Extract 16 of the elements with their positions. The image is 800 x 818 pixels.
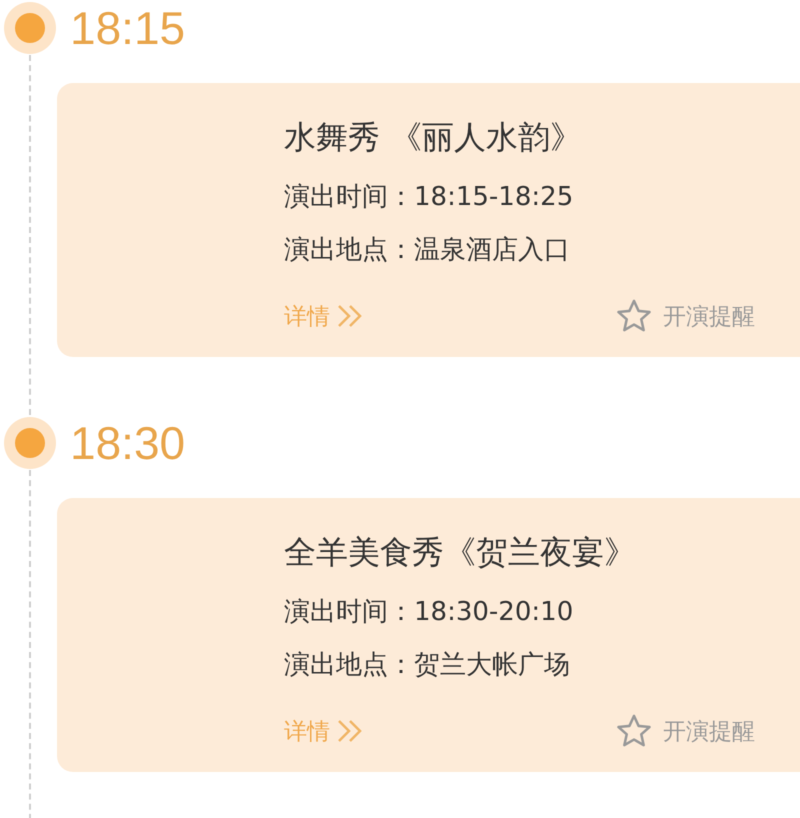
event-time: 18:30 bbox=[70, 416, 186, 470]
event-info: 演出地点：贺兰大帐广场 bbox=[284, 649, 571, 682]
event-time: 18:15 bbox=[70, 0, 186, 54]
event-title: 全羊美食秀《贺兰夜宴》 bbox=[284, 532, 637, 572]
event-info: 演出地点：温泉酒店入口 bbox=[284, 234, 571, 267]
details-link[interactable]: 详情 bbox=[284, 716, 364, 746]
event-info: 演出时间：18:30-20:10 bbox=[284, 596, 574, 629]
details-link[interactable]: 详情 bbox=[284, 300, 364, 332]
reminder-button[interactable]: 开演提醒 bbox=[615, 297, 755, 335]
event-info: 演出时间：18:15-18:25 bbox=[284, 181, 574, 214]
reminder-button[interactable]: 开演提醒 bbox=[615, 712, 755, 750]
event-title: 水舞秀 《丽人水韵》 bbox=[284, 117, 584, 157]
timeline-dot-icon bbox=[4, 416, 56, 468]
timeline-dot-icon bbox=[4, 2, 56, 54]
double-chevron-icon bbox=[336, 719, 364, 743]
double-chevron-icon bbox=[336, 304, 364, 328]
